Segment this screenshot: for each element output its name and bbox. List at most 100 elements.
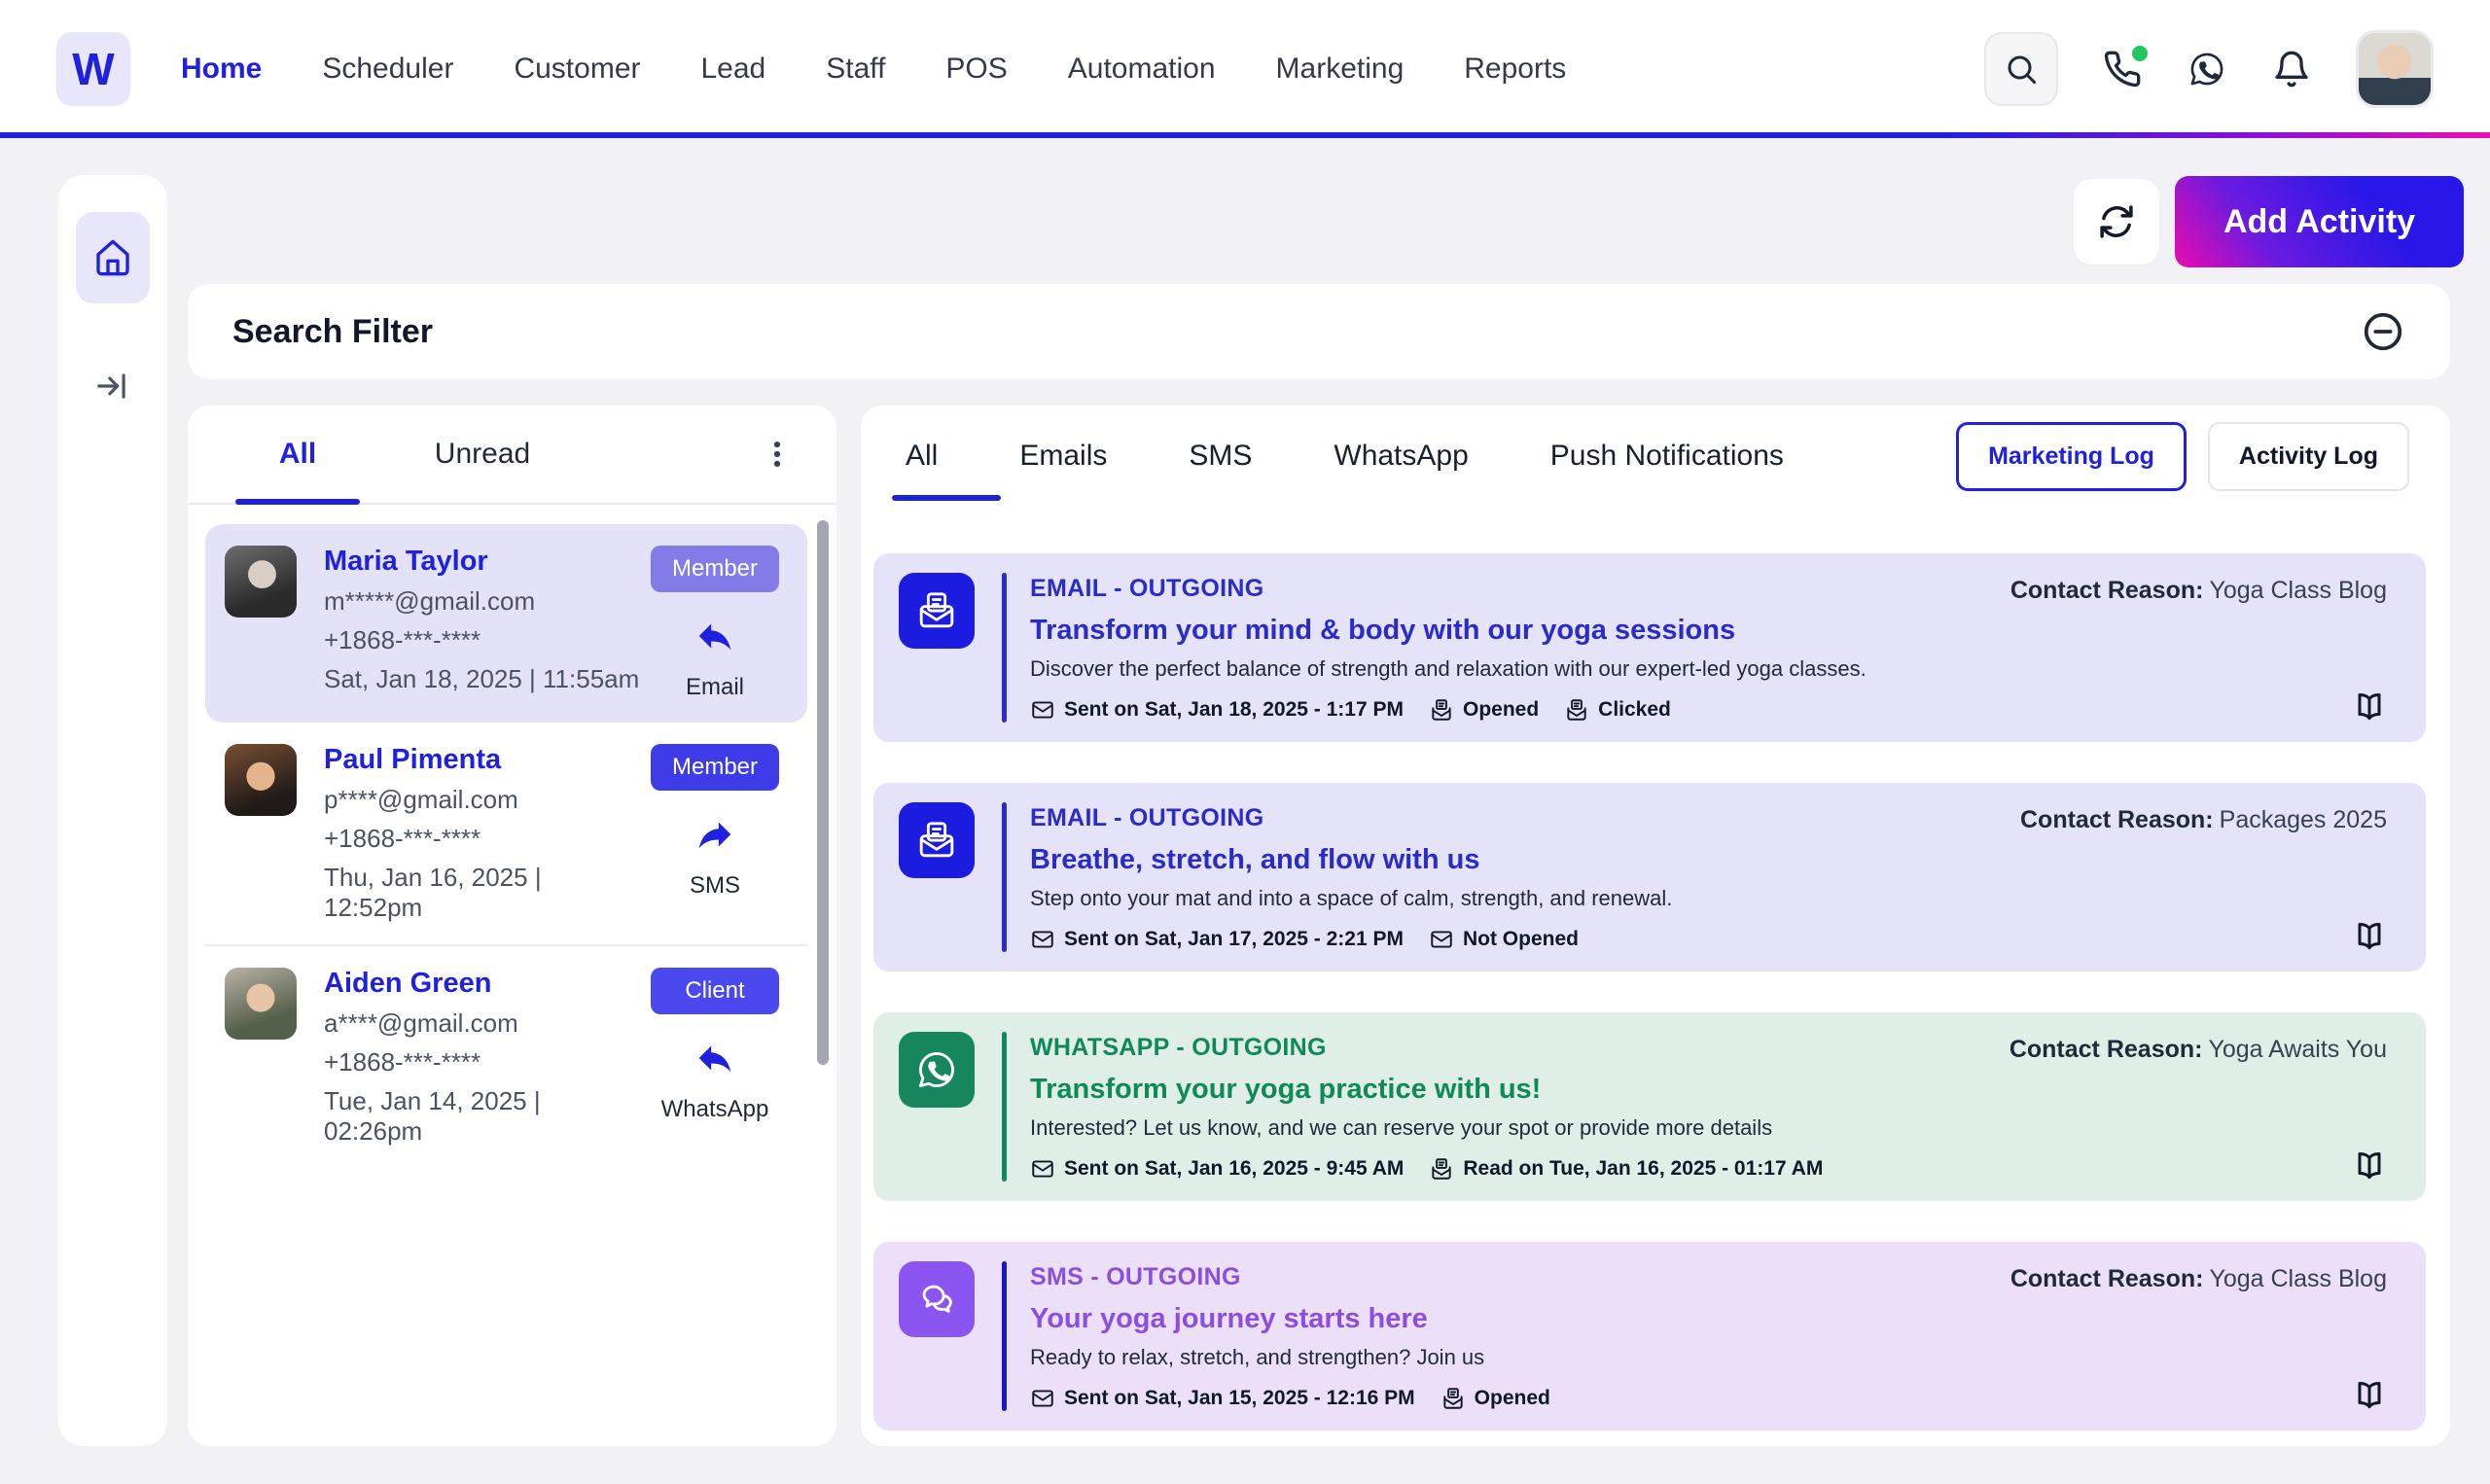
meta-text: Opened (1463, 698, 1539, 722)
contact-card-aiden[interactable]: Aiden Green a****@gmail.com +1868-***-**… (205, 946, 807, 1168)
contact-email: p****@gmail.com (324, 785, 642, 815)
inbox-panel: All Unread Maria Taylor m*****@gmail.com… (188, 406, 836, 1446)
log-entry-email-1[interactable]: EMAIL - OUTGOING Transform your mind & b… (873, 553, 2426, 742)
sidebar-item-home[interactable] (76, 212, 150, 303)
phone-icon[interactable] (2103, 50, 2142, 88)
nav-item-marketing[interactable]: Marketing (1276, 53, 1405, 86)
entry-accent-bar (1002, 802, 1007, 952)
entry-meta: Sent on Sat, Jan 16, 2025 - 9:45 AM Read… (1030, 1156, 1823, 1182)
contact-phone: +1868-***-**** (324, 625, 642, 655)
app-logo[interactable]: W (56, 32, 130, 106)
meta-text: Read on Tue, Jan 16, 2025 - 01:17 AM (1463, 1157, 1823, 1181)
kebab-icon[interactable] (753, 430, 801, 478)
log-entry-sms[interactable]: SMS - OUTGOING Your yoga journey starts … (873, 1242, 2426, 1431)
main-menu: Home Scheduler Customer Lead Staff POS A… (181, 53, 1566, 86)
contact-reason-value: Yoga Class Blog (2209, 1265, 2387, 1292)
nav-item-customer[interactable]: Customer (514, 53, 640, 86)
contact-reason: Contact Reason:Yoga Class Blog (2010, 577, 2387, 605)
entry-body: Discover the perfect balance of strength… (1030, 656, 1867, 682)
log-entries: EMAIL - OUTGOING Transform your mind & b… (861, 507, 2450, 1431)
contact-phone: +1868-***-**** (324, 1047, 642, 1078)
meta-opened: Opened (1429, 697, 1539, 723)
contact-reason-value: Yoga Class Blog (2209, 577, 2387, 604)
tab-all-contacts[interactable]: All (205, 406, 390, 503)
search-filter-title: Search Filter (232, 313, 433, 351)
sidebar-expand-button[interactable] (94, 368, 131, 405)
entry-meta: Sent on Sat, Jan 15, 2025 - 12:16 PM Ope… (1030, 1386, 1550, 1411)
tab-emails[interactable]: Emails (1019, 406, 1107, 507)
search-button[interactable] (1984, 32, 2058, 106)
contact-reason-value: Yoga Awaits You (2208, 1036, 2387, 1063)
contact-reason-value: Packages 2025 (2220, 806, 2387, 833)
log-entry-email-2[interactable]: EMAIL - OUTGOING Breathe, stretch, and f… (873, 783, 2426, 972)
contact-reason-label: Contact Reason: (2010, 1036, 2203, 1063)
refresh-button[interactable] (2074, 179, 2159, 265)
contact-info: Maria Taylor m*****@gmail.com +1868-***-… (324, 546, 642, 701)
search-filter-bar[interactable]: Search Filter (188, 284, 2450, 379)
contact-card-paul[interactable]: Paul Pimenta p****@gmail.com +1868-***-*… (205, 723, 807, 946)
tab-all[interactable]: All (906, 406, 938, 507)
reply-arrow-icon (693, 1036, 737, 1080)
contact-phone: +1868-***-**** (324, 824, 642, 854)
minus-circle-icon[interactable] (2361, 309, 2405, 354)
log-entry-whatsapp[interactable]: WHATSAPP - OUTGOING Transform your yoga … (873, 1012, 2426, 1201)
contact-reason-label: Contact Reason: (2010, 1265, 2204, 1292)
status-badge: Member (651, 744, 779, 791)
contact-info: Paul Pimenta p****@gmail.com +1868-***-*… (324, 744, 642, 923)
contact-side: Member Email (642, 546, 788, 701)
contact-name: Aiden Green (324, 968, 642, 1000)
open-book-icon[interactable] (2350, 1376, 2389, 1415)
nav-item-lead[interactable]: Lead (701, 53, 766, 86)
marketing-log-panel: All Emails SMS WhatsApp Push Notificatio… (861, 406, 2450, 1446)
nav-item-staff[interactable]: Staff (826, 53, 885, 86)
sms-chat-icon (899, 1261, 975, 1337)
entry-subject: Your yoga journey starts here (1030, 1303, 1550, 1335)
mail-icon (1429, 927, 1454, 952)
nav-item-pos[interactable]: POS (945, 53, 1007, 86)
email-icon (899, 802, 975, 878)
tab-push-notifications[interactable]: Push Notifications (1550, 406, 1784, 507)
open-book-icon[interactable] (2350, 1147, 2389, 1185)
user-avatar[interactable] (2356, 30, 2434, 108)
marketing-log-button[interactable]: Marketing Log (1956, 422, 2187, 491)
tab-whatsapp[interactable]: WhatsApp (1334, 406, 1468, 507)
nav-item-automation[interactable]: Automation (1068, 53, 1216, 86)
contact-channel-label: SMS (690, 872, 740, 900)
tab-unread[interactable]: Unread (390, 406, 575, 503)
meta-clicked: Clicked (1564, 697, 1671, 723)
inbox-tabs: All Unread (188, 406, 836, 505)
meta-opened: Opened (1441, 1386, 1550, 1411)
contact-reason-label: Contact Reason: (2010, 577, 2204, 604)
add-activity-button[interactable]: Add Activity (2175, 176, 2464, 267)
bell-icon[interactable] (2272, 50, 2311, 88)
entry-content: EMAIL - OUTGOING Transform your mind & b… (1030, 573, 1867, 723)
scrollbar[interactable] (817, 520, 829, 1065)
entry-accent-bar (1002, 1032, 1007, 1182)
meta-sent: Sent on Sat, Jan 15, 2025 - 12:16 PM (1030, 1386, 1415, 1411)
meta-text: Sent on Sat, Jan 15, 2025 - 12:16 PM (1064, 1387, 1415, 1410)
nav-item-scheduler[interactable]: Scheduler (322, 53, 453, 86)
left-sidebar (58, 175, 167, 1446)
contact-card-maria[interactable]: Maria Taylor m*****@gmail.com +1868-***-… (205, 524, 807, 723)
whatsapp-icon[interactable] (2187, 49, 2227, 89)
entry-subject: Breathe, stretch, and flow with us (1030, 844, 1672, 876)
nav-item-reports[interactable]: Reports (1464, 53, 1566, 86)
mail-icon (1030, 927, 1055, 952)
collapse-icon (94, 368, 131, 405)
search-icon (2004, 52, 2039, 87)
avatar (225, 968, 297, 1040)
nav-right-icons (1984, 30, 2434, 108)
entry-type: WHATSAPP - OUTGOING (1030, 1034, 1823, 1062)
open-book-icon[interactable] (2350, 917, 2389, 956)
contact-side: Client WhatsApp (642, 968, 788, 1147)
nav-item-home[interactable]: Home (181, 53, 262, 86)
meta-text: Sent on Sat, Jan 17, 2025 - 2:21 PM (1064, 928, 1404, 951)
activity-log-button[interactable]: Activity Log (2208, 422, 2409, 491)
meta-text: Sent on Sat, Jan 16, 2025 - 9:45 AM (1064, 1157, 1404, 1181)
entry-type: SMS - OUTGOING (1030, 1263, 1550, 1291)
email-icon (899, 573, 975, 649)
contact-list: Maria Taylor m*****@gmail.com +1868-***-… (188, 505, 836, 1168)
meta-sent: Sent on Sat, Jan 16, 2025 - 9:45 AM (1030, 1156, 1404, 1182)
tab-sms[interactable]: SMS (1189, 406, 1252, 507)
open-book-icon[interactable] (2350, 688, 2389, 726)
